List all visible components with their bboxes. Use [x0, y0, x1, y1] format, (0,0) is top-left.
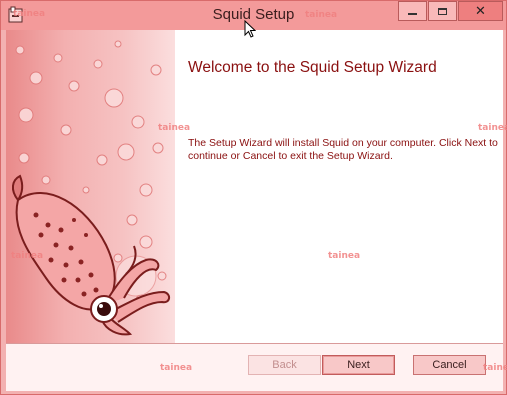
wizard-client-area: Welcome to the Squid Setup Wizard The Se… [6, 30, 503, 391]
maximize-button[interactable] [428, 1, 457, 21]
squid-banner-image [6, 30, 175, 343]
minimize-button[interactable] [398, 1, 427, 21]
watermark-text: tainea [160, 363, 193, 373]
watermark-text: tainea [11, 251, 44, 261]
back-button[interactable]: Back [248, 355, 321, 375]
watermark-text: tainea [483, 363, 507, 373]
wizard-main-panel: Welcome to the Squid Setup Wizard The Se… [175, 30, 503, 343]
mouse-cursor-icon [244, 19, 257, 39]
cancel-button[interactable]: Cancel [413, 355, 486, 375]
watermark-text: tainea [158, 123, 191, 133]
close-icon: ✕ [475, 3, 486, 19]
watermark-text: tainea [478, 123, 507, 133]
wizard-description: The Setup Wizard will install Squid on y… [188, 137, 498, 162]
maximize-icon [438, 7, 447, 15]
watermark-text: tainea [328, 251, 361, 261]
page-title: Welcome to the Squid Setup Wizard [188, 59, 437, 76]
next-button[interactable]: Next [322, 355, 395, 375]
minimize-icon [408, 13, 417, 15]
watermark-text: tainea [305, 10, 338, 20]
caption-buttons: ✕ [397, 1, 503, 21]
close-button[interactable]: ✕ [458, 1, 503, 21]
setup-window: Squid Setup ✕ Welcome to the Squid Setup… [0, 0, 507, 395]
watermark-text: tainea [13, 9, 46, 19]
footer-separator [6, 343, 503, 344]
